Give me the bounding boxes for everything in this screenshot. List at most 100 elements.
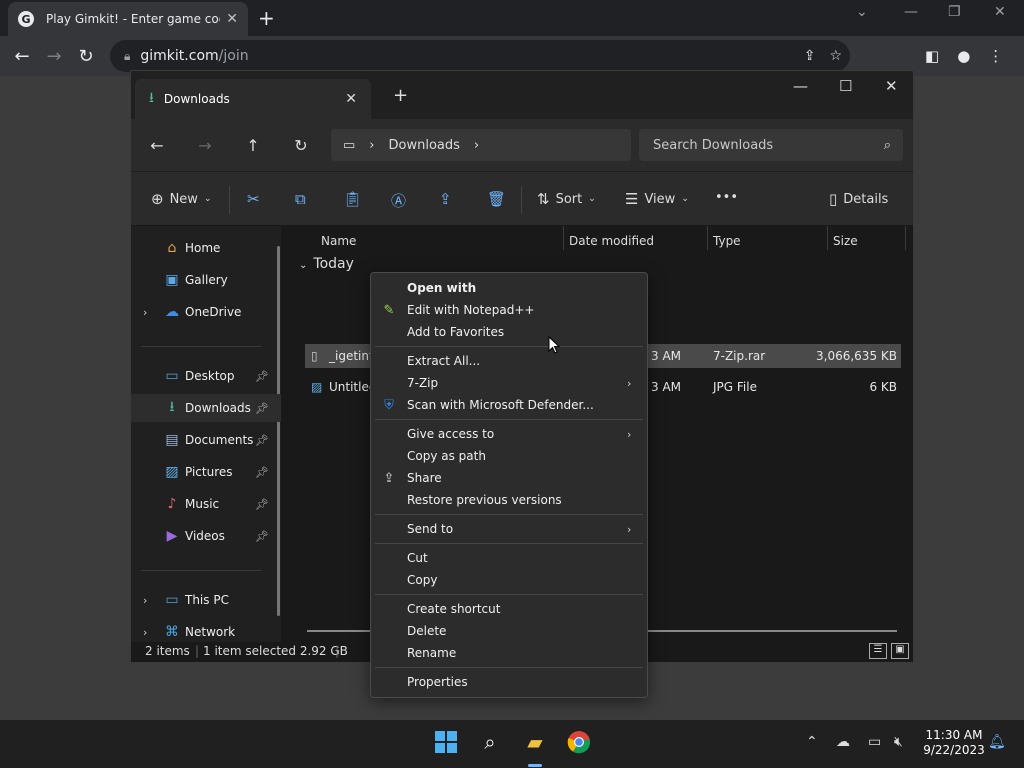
column-divider[interactable] xyxy=(905,226,906,250)
new-tab-button[interactable]: + xyxy=(393,85,408,106)
menu-item-share[interactable]: ⇪ Share xyxy=(371,467,647,489)
chevron-right-icon[interactable]: › xyxy=(369,138,374,153)
chevron-right-icon[interactable]: › xyxy=(474,138,479,153)
menu-item-edit-with-notepad[interactable]: ✎ Edit with Notepad++ xyxy=(371,299,647,321)
explorer-tab[interactable]: ⭳ Downloads ✕ xyxy=(135,79,371,119)
more-options-button[interactable]: ••• xyxy=(715,190,738,205)
paste-button[interactable]: 📋︎ xyxy=(343,190,362,208)
notification-bell-icon[interactable]: 🔔︎ xyxy=(988,734,1006,750)
reload-button[interactable]: ↻ xyxy=(70,46,102,67)
side-panel-icon[interactable]: ◧ xyxy=(925,47,939,65)
file-explorer-taskbar-button[interactable]: ▰ xyxy=(519,730,551,754)
chevron-right-icon[interactable]: › xyxy=(143,306,147,319)
refresh-button[interactable]: ↻ xyxy=(277,136,325,155)
search-input[interactable]: Search Downloads ⌕ xyxy=(639,129,903,161)
restore-button[interactable]: ❐ xyxy=(948,4,961,20)
column-header-name[interactable]: Name xyxy=(321,234,356,248)
menu-item-rename[interactable]: Rename xyxy=(371,642,647,664)
details-button[interactable]: ▯ Details xyxy=(829,190,888,208)
menu-item-7-zip[interactable]: 7-Zip › xyxy=(371,372,647,394)
sidebar-item-music[interactable]: ♪ Music 📌︎ xyxy=(131,490,281,518)
chevron-right-icon[interactable]: › xyxy=(143,594,147,607)
minimize-button[interactable]: — xyxy=(904,4,918,20)
taskbar-search-button[interactable]: ⌕ xyxy=(474,730,506,754)
sidebar-item-this-pc[interactable]: › ▭ This PC xyxy=(131,586,281,614)
column-divider[interactable] xyxy=(827,226,828,250)
menu-item-extract-all[interactable]: Extract All... xyxy=(371,350,647,372)
delete-button[interactable]: 🗑︎ xyxy=(487,190,506,208)
breadcrumb-downloads[interactable]: Downloads xyxy=(389,138,460,153)
tab-search-icon[interactable]: ⌄ xyxy=(856,4,868,20)
new-tab-button[interactable]: + xyxy=(258,6,275,30)
menu-item-open-with[interactable]: Open with xyxy=(371,277,647,299)
sidebar-item-downloads[interactable]: ⭳ Downloads 📌︎ xyxy=(131,394,281,422)
sidebar-item-pictures[interactable]: ▨ Pictures 📌︎ xyxy=(131,458,281,486)
maximize-button[interactable]: ☐ xyxy=(839,77,852,95)
view-button[interactable]: ☰ View ⌄ xyxy=(625,190,689,208)
menu-item-properties[interactable]: Properties xyxy=(371,671,647,693)
sidebar-item-videos[interactable]: ▶ Videos 📌︎ xyxy=(131,522,281,550)
close-tab-icon[interactable]: ✕ xyxy=(345,91,357,107)
menu-item-add-to-favorites[interactable]: Add to Favorites xyxy=(371,321,647,343)
this-pc-icon[interactable]: ▭ xyxy=(343,138,355,153)
menu-item-restore-previous-versions[interactable]: Restore previous versions xyxy=(371,489,647,511)
menu-item-copy-as-path[interactable]: Copy as path xyxy=(371,445,647,467)
menu-item-create-shortcut[interactable]: Create shortcut xyxy=(371,598,647,620)
menu-item-scan-with-microsoft-defender[interactable]: ⛨ Scan with Microsoft Defender... xyxy=(371,394,647,416)
chrome-taskbar-button[interactable] xyxy=(563,730,595,759)
tiles-view-icon[interactable]: ▣ xyxy=(891,643,909,659)
forward-button[interactable]: → xyxy=(38,46,70,67)
menu-item-copy[interactable]: Copy xyxy=(371,569,647,591)
show-hidden-icons-chevron-icon[interactable]: ⌃ xyxy=(806,734,818,750)
rename-button[interactable]: Ⓐ xyxy=(391,190,406,211)
column-header-size[interactable]: Size xyxy=(833,234,858,248)
profile-icon[interactable]: ● xyxy=(957,47,970,65)
sort-button[interactable]: ⇅ Sort ⌄ xyxy=(537,190,596,208)
sidebar-item-documents[interactable]: ▤ Documents 📌︎ xyxy=(131,426,281,454)
cut-button[interactable]: ✂ xyxy=(247,190,260,208)
minimize-button[interactable]: — xyxy=(793,77,808,95)
sidebar-item-onedrive[interactable]: › ☁ OneDrive xyxy=(131,298,281,326)
start-button[interactable] xyxy=(430,730,462,759)
back-button[interactable]: ← xyxy=(133,136,181,155)
address-bar[interactable]: 🔒︎ gimkit.com/join ⇪ ☆ xyxy=(110,40,850,72)
plus-circle-icon: ⊕ xyxy=(151,190,164,208)
share-page-icon[interactable]: ⇪ xyxy=(804,48,816,64)
back-button[interactable]: ← xyxy=(6,46,38,67)
menu-item-give-access-to[interactable]: Give access to › xyxy=(371,423,647,445)
menu-item-send-to[interactable]: Send to › xyxy=(371,518,647,540)
menu-item-cut[interactable]: Cut xyxy=(371,547,647,569)
system-clock[interactable]: 11:30 AM 9/22/2023 xyxy=(918,728,990,758)
menu-item-label: Properties xyxy=(407,675,468,689)
close-window-button[interactable]: ✕ xyxy=(885,77,898,95)
sidebar-item-home[interactable]: ⌂ Home xyxy=(131,234,281,262)
menu-item-label: Share xyxy=(407,471,442,485)
column-header-type[interactable]: Type xyxy=(713,234,741,248)
sidebar-item-desktop[interactable]: ▭ Desktop 📌︎ xyxy=(131,362,281,390)
network-tray-icon[interactable]: ▭ xyxy=(868,734,881,750)
sidebar-item-gallery[interactable]: ▣ Gallery xyxy=(131,266,281,294)
up-button[interactable]: ↑ xyxy=(229,136,277,155)
defender-shield-icon: ⛨ xyxy=(384,397,394,413)
menu-item-delete[interactable]: Delete xyxy=(371,620,647,642)
forward-button[interactable]: → xyxy=(181,136,229,155)
column-divider[interactable] xyxy=(707,226,708,250)
column-divider[interactable] xyxy=(563,226,564,250)
active-indicator xyxy=(528,764,542,767)
new-button[interactable]: ⊕ New ⌄ xyxy=(151,190,211,208)
browser-tab[interactable]: G Play Gimkit! - Enter game code h ✕ xyxy=(8,2,248,36)
breadcrumb[interactable]: ▭ › Downloads › xyxy=(331,129,631,161)
onedrive-tray-icon[interactable]: ☁ xyxy=(836,734,850,750)
close-window-button[interactable]: ✕ xyxy=(994,4,1006,20)
group-header[interactable]: ⌄ Today xyxy=(299,256,354,272)
share-button[interactable]: ⇪ xyxy=(439,190,452,208)
volume-muted-icon[interactable]: 🔇︎ xyxy=(894,734,903,750)
menu-kebab-icon[interactable]: ⋮ xyxy=(988,47,1003,65)
details-view-icon[interactable]: ☰ xyxy=(869,643,887,659)
copy-button[interactable]: ⧉ xyxy=(295,190,306,208)
desktop-icon: ▭ xyxy=(165,368,179,384)
chevron-right-icon[interactable]: › xyxy=(143,626,147,639)
column-header-date[interactable]: Date modified xyxy=(569,234,654,248)
close-tab-icon[interactable]: ✕ xyxy=(226,11,238,27)
bookmark-star-icon[interactable]: ☆ xyxy=(829,48,842,64)
